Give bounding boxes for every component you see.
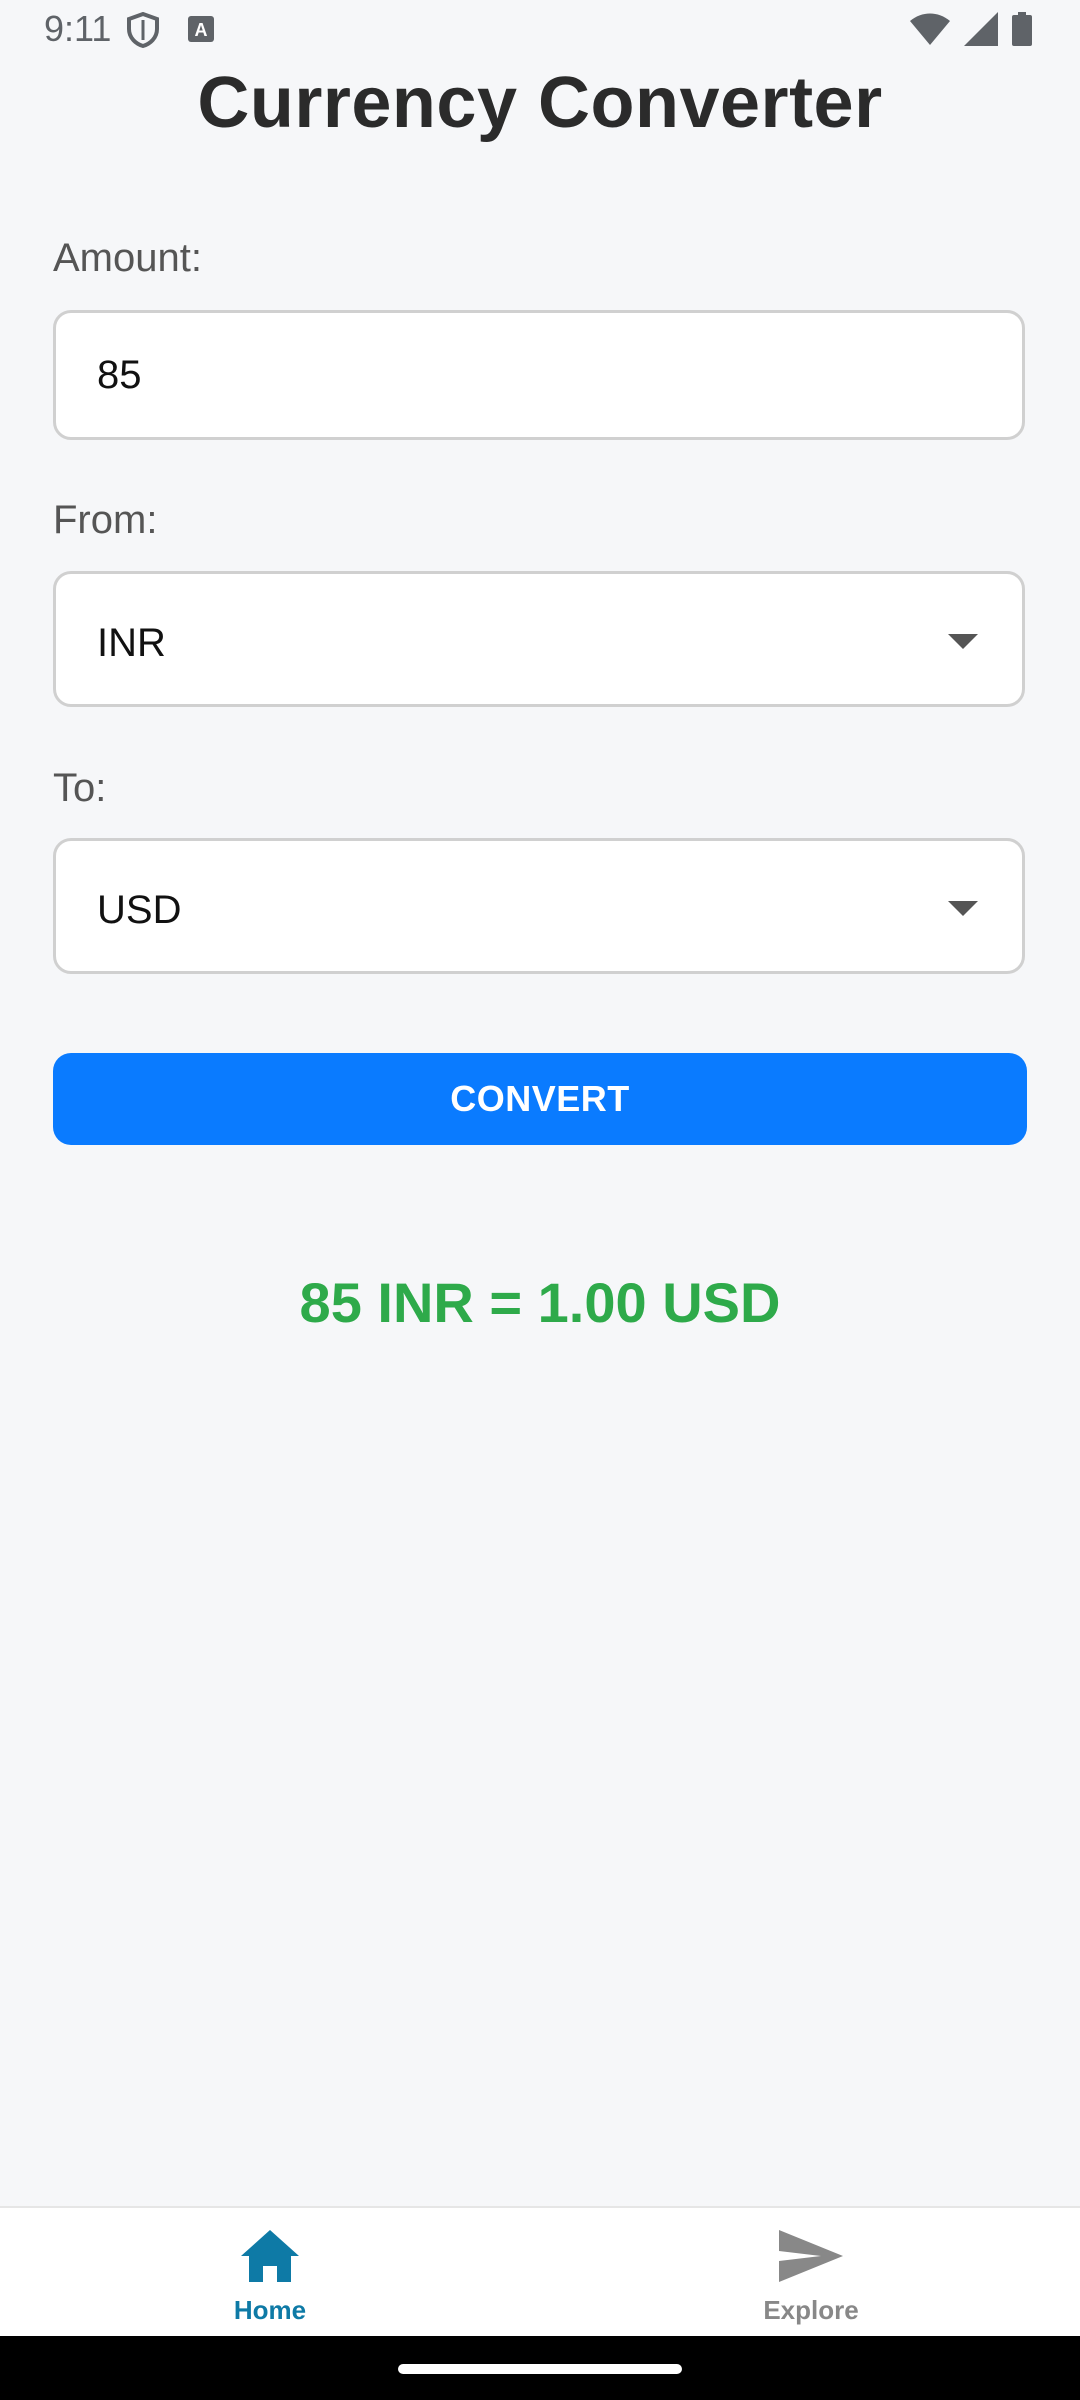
nav-item-explore[interactable]: Explore [711,2228,911,2326]
convert-button[interactable]: CONVERT [53,1053,1027,1145]
bottom-nav: Home Explore [0,2206,1080,2338]
conversion-result: 85 INR = 1.00 USD [299,1271,781,1334]
to-currency-select[interactable]: USD [53,838,1025,974]
convert-button-label: CONVERT [450,1078,630,1119]
to-currency-value: USD [97,888,182,932]
from-label: From: [53,498,158,542]
status-time: 9:11 [44,8,112,49]
from-currency-value: INR [97,621,166,665]
from-currency-select[interactable]: INR [53,571,1025,707]
chevron-down-icon [948,634,978,649]
chevron-down-icon [948,901,978,916]
signal-icon [964,12,998,51]
shield-icon [126,11,160,53]
battery-icon [1012,12,1032,51]
home-icon [239,2230,301,2288]
wifi-icon [910,13,950,50]
home-gesture-handle[interactable] [398,2364,682,2374]
page-title: Currency Converter [197,63,883,143]
font-a-icon: A [188,16,214,47]
amount-label: Amount: [53,236,202,280]
nav-item-home[interactable]: Home [170,2228,370,2326]
nav-label-explore: Explore [763,2295,859,2325]
amount-value: 85 [97,353,142,397]
amount-input[interactable]: 85 [53,310,1025,440]
to-label: To: [53,766,107,810]
send-icon [777,2230,845,2288]
status-bar: 9:11 A [0,0,1080,60]
svg-text:A: A [195,20,208,40]
nav-label-home: Home [233,2295,307,2325]
system-gesture-bar [0,2336,1080,2400]
